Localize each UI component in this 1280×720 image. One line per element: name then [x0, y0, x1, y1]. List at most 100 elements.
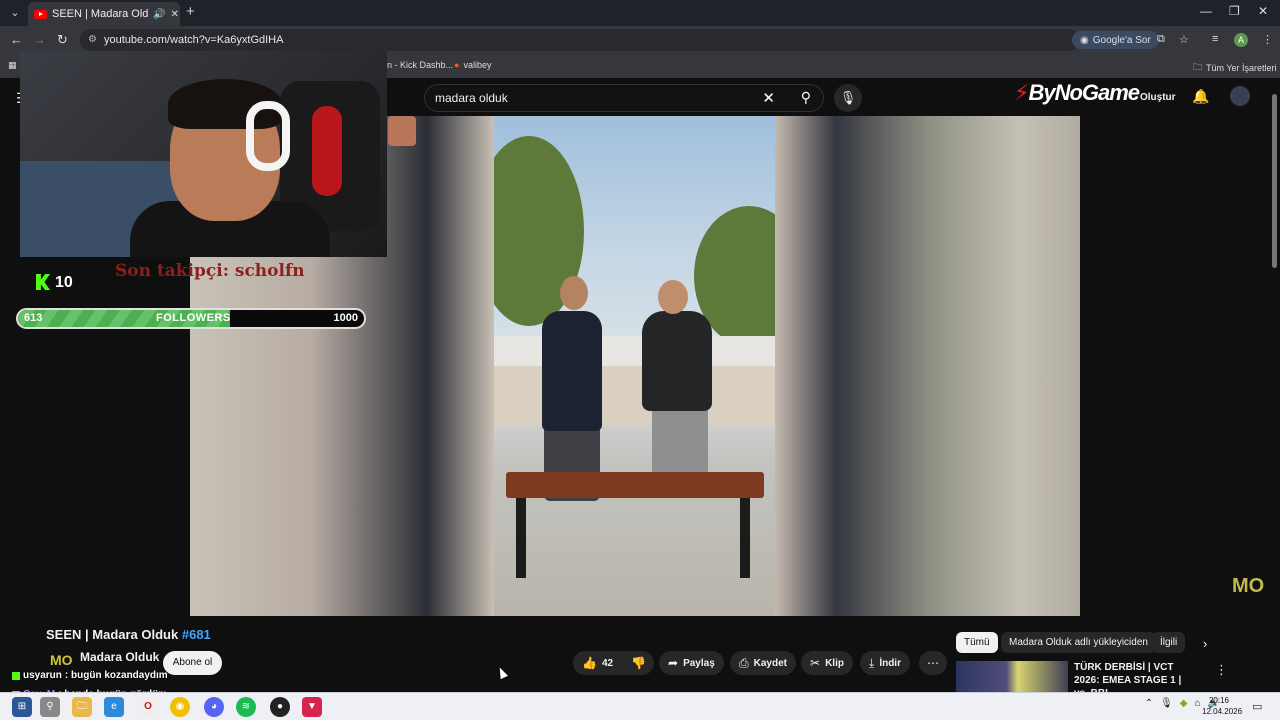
account-avatar[interactable] [1230, 86, 1250, 106]
share-label: Paylaş [683, 657, 715, 669]
channel-name[interactable]: Madara Olduk [80, 650, 159, 664]
notification-center-icon[interactable]: ▭ [1252, 700, 1262, 713]
windows-taskbar: ⊞ ⚲ 🗀 e O ◉ ◕ ≋ ● ▼ ⌃ 🎙 ◆ ⌂ 🔊 20:16 12.0… [0, 692, 1280, 720]
google-sor-button[interactable]: ◉ Google'a Sor [1072, 31, 1159, 49]
new-tab-button[interactable]: + [186, 3, 195, 20]
tab-active[interactable]: SEEN | Madara Olduk #681 🔊 ✕ [28, 2, 180, 26]
video-frame [494, 116, 775, 616]
recommended-more-icon[interactable]: ⋮ [1215, 662, 1228, 678]
search-icon[interactable]: ⚲ [801, 89, 811, 106]
all-bookmarks[interactable]: 🗀 Tüm Yer İşaretleri [1193, 60, 1277, 76]
chrome-icon[interactable]: ◉ [170, 697, 190, 717]
obs-icon[interactable]: ● [270, 697, 290, 717]
bookmark-label: n - Kick Dashb... [387, 60, 454, 70]
search-taskbar-icon[interactable]: ⚲ [40, 697, 60, 717]
restore-button[interactable]: ❐ [1229, 4, 1240, 18]
video-blur-right [775, 116, 1080, 616]
webcam-overlay [20, 51, 387, 257]
app-icon[interactable]: ▼ [302, 697, 322, 717]
recommended-thumbnail[interactable] [956, 661, 1068, 692]
chip-related[interactable]: İlgili [1152, 632, 1186, 653]
fence [494, 336, 775, 366]
dislike-button[interactable]: 👎 [622, 651, 654, 675]
save-icon: ⎙ [739, 655, 749, 670]
site-info-icon[interactable]: ⚙ [88, 34, 97, 45]
search-input[interactable]: madara olduk ✕ ⚲ [424, 84, 824, 112]
bookmark-star-icon[interactable]: ☆ [1179, 33, 1189, 46]
chevron-right-icon[interactable]: › [1203, 636, 1207, 651]
more-icon: ⋯ [927, 656, 939, 670]
download-button[interactable]: ⤓ İndir [860, 651, 910, 675]
search-query: madara olduk [435, 91, 508, 105]
address-bar[interactable]: ⚙ youtube.com/watch?v=Ka6yxtGdIHA [80, 29, 1080, 51]
thumbs-up-icon: 👍 [582, 656, 597, 670]
file-explorer-icon[interactable]: 🗀 [72, 697, 92, 717]
bookmark-kick-dashboard[interactable]: n - Kick Dashb... [387, 60, 453, 70]
followers-label: FOLLOWERS [156, 312, 231, 324]
media-controls-icon[interactable]: ≡ [1212, 33, 1218, 45]
network-icon[interactable]: ⌂ [1195, 698, 1201, 709]
last-follower-text: Son takipçi: scholfn [115, 261, 305, 281]
save-button[interactable]: ⎙ Kaydet [730, 651, 796, 675]
chip-all[interactable]: Tümü [956, 632, 998, 653]
apps-grid-icon[interactable]: ▦ [8, 60, 17, 71]
minimize-button[interactable]: — [1200, 4, 1212, 18]
browser-menu-icon[interactable]: ⋮ [1262, 33, 1273, 46]
close-window-button[interactable]: ✕ [1258, 4, 1268, 18]
start-icon[interactable]: ⊞ [12, 697, 32, 717]
edge-icon[interactable]: e [104, 697, 124, 717]
subscribe-button[interactable]: Abone ol [163, 651, 222, 675]
followers-goal: 1000 [333, 312, 358, 324]
more-actions-button[interactable]: ⋯ [919, 651, 947, 675]
thumbs-down-icon: 👎 [631, 656, 646, 670]
wall [494, 366, 775, 426]
headset [246, 101, 290, 171]
share-icon: ➦ [668, 656, 679, 670]
clear-search-icon[interactable]: ✕ [762, 89, 775, 107]
bookmark-valibey[interactable]: ● valibey [454, 60, 491, 70]
chip-from-uploader[interactable]: Madara Olduk adlı yükleyiciden [1001, 632, 1156, 653]
person-right-head [658, 280, 688, 314]
reload-button[interactable]: ↻ [57, 32, 68, 48]
spotify-icon[interactable]: ≋ [236, 697, 256, 717]
youtube-favicon-icon [34, 9, 47, 19]
cast-icon[interactable]: ⧉ [1157, 33, 1165, 46]
bench-leg [516, 498, 526, 578]
profile-avatar[interactable]: A [1234, 33, 1248, 47]
tab-close-icon[interactable]: ✕ [170, 9, 178, 20]
video-hashtag[interactable]: #681 [182, 627, 211, 642]
tab-search-button[interactable]: ⌄ [6, 4, 24, 22]
notifications-bell-icon[interactable]: 🔔 [1192, 88, 1209, 105]
forward-button[interactable]: → [33, 32, 46, 47]
channel-watermark: MO [1232, 575, 1265, 597]
clip-label: Klip [825, 657, 844, 669]
tab-bar: ⌄ SEEN | Madara Olduk #681 🔊 ✕ + — ❐ ✕ [0, 0, 1280, 26]
like-button[interactable]: 👍 42 [573, 651, 625, 675]
followers-current: 613 [24, 312, 43, 324]
back-button[interactable]: ← [10, 32, 23, 47]
google-lens-icon: ◉ [1080, 34, 1089, 46]
chat-message: usyarun : bugün kozandaydım [12, 666, 168, 685]
person-right [642, 311, 712, 411]
page-scrollbar[interactable] [1272, 94, 1277, 268]
opera-icon[interactable]: O [138, 697, 158, 717]
microphone-icon[interactable]: 🎙 [1160, 698, 1173, 709]
bookmark-label: valibey [463, 60, 492, 70]
share-button[interactable]: ➦ Paylaş [659, 651, 724, 675]
nvidia-icon[interactable]: ◆ [1180, 698, 1188, 709]
bench [506, 472, 764, 498]
speaker-icon[interactable]: 🔊 [153, 9, 165, 20]
voice-search-icon[interactable]: 🎙 [834, 84, 862, 112]
chat-username: usyarun [23, 670, 62, 681]
clip-button[interactable]: ✂ Klip [801, 651, 853, 675]
scissors-icon: ✂ [810, 656, 821, 670]
folder-icon: 🗀 [1193, 62, 1203, 72]
clock-date: 12.04.2026 [1202, 707, 1243, 716]
create-button[interactable]: Oluştur [1140, 92, 1176, 103]
cam-chair-accent [312, 106, 342, 196]
kick-badge-icon [12, 671, 20, 680]
system-clock[interactable]: 20:16 12.04.2026 [1202, 695, 1243, 717]
tray-expand-icon[interactable]: ⌃ [1145, 698, 1153, 709]
download-icon: ⤓ [869, 655, 875, 670]
discord-icon[interactable]: ◕ [204, 697, 224, 717]
